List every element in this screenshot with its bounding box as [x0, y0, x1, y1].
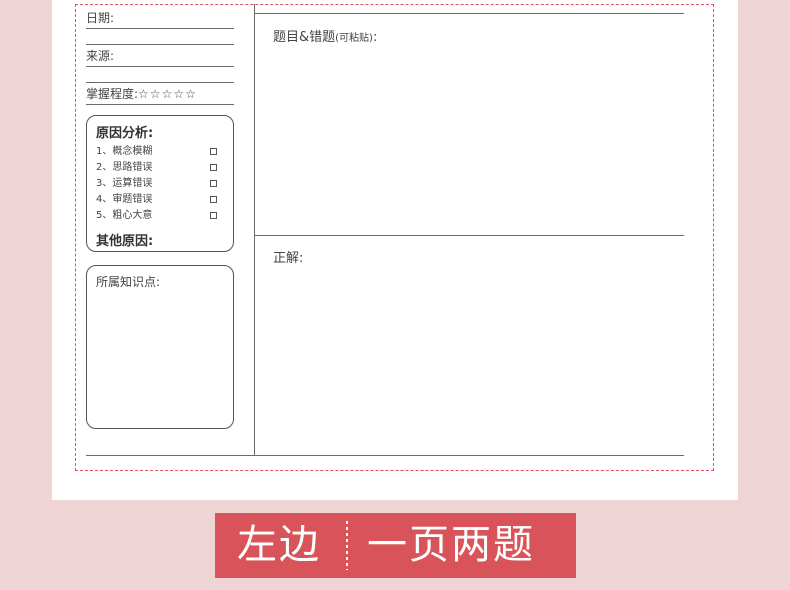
mastery-top-line	[86, 82, 234, 83]
checkbox-icon[interactable]	[210, 164, 217, 171]
cause-item: 3、运算错误	[96, 176, 217, 192]
banner-left-text: 左边	[237, 522, 321, 568]
mastery-stars[interactable]: ☆☆☆☆☆	[138, 87, 197, 101]
answer-label: 正解:	[273, 251, 304, 266]
bottom-line	[86, 455, 684, 456]
banner-right-text: 一页两题	[367, 522, 535, 568]
cause-analysis-title: 原因分析:	[96, 126, 154, 141]
date-label: 日期:	[86, 11, 115, 25]
answer-top-line	[254, 235, 684, 236]
source-field[interactable]: 来源:	[86, 47, 234, 67]
source-top-line	[86, 44, 234, 45]
cause-analysis-box: 原因分析: 1、概念模糊 2、思路错误 3、运算错误 4、审题错误 5、粗心大意…	[86, 115, 234, 252]
paste-note: (可粘贴)	[335, 33, 373, 44]
cause-item: 1、概念模糊	[96, 144, 217, 160]
checkbox-icon[interactable]	[210, 180, 217, 187]
cause-list: 1、概念模糊 2、思路错误 3、运算错误 4、审题错误 5、粗心大意	[96, 144, 217, 224]
layout-banner: 左边 一页两题	[215, 513, 576, 578]
checkbox-icon[interactable]	[210, 212, 217, 219]
source-label: 来源:	[86, 49, 115, 63]
cause-item: 5、粗心大意	[96, 208, 217, 224]
banner-separator	[346, 521, 348, 570]
mastery-label: 掌握程度:	[86, 87, 139, 101]
question-top-line	[254, 13, 684, 14]
knowledge-point-box[interactable]: 所属知识点:	[86, 265, 234, 429]
checkbox-icon[interactable]	[210, 196, 217, 203]
question-label: 题目&错题(可粘贴):	[273, 30, 378, 45]
date-field[interactable]: 日期:	[86, 9, 234, 29]
column-divider	[254, 4, 255, 455]
other-reason-title: 其他原因:	[96, 234, 154, 249]
cause-item: 4、审题错误	[96, 192, 217, 208]
mastery-field[interactable]: 掌握程度:☆☆☆☆☆	[86, 85, 234, 105]
checkbox-icon[interactable]	[210, 148, 217, 155]
cause-item: 2、思路错误	[96, 160, 217, 176]
knowledge-point-title: 所属知识点:	[96, 275, 161, 289]
